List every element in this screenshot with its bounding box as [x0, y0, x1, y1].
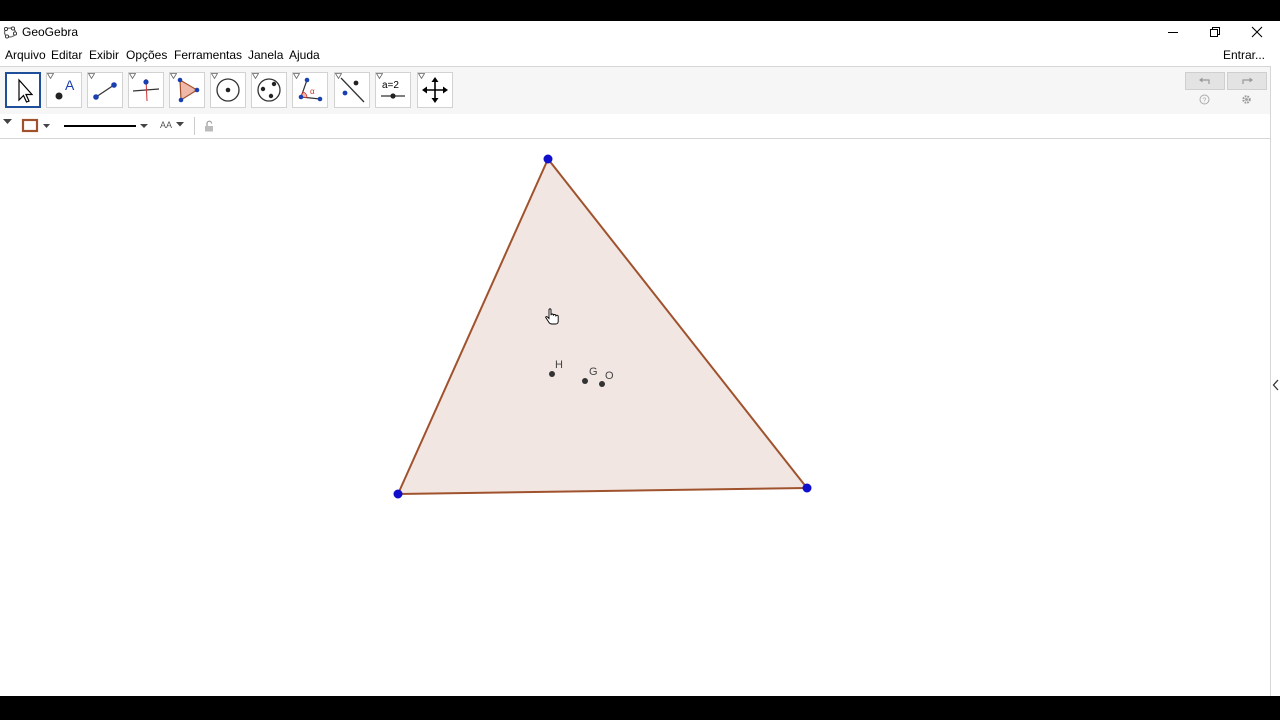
dropdown-triangle-icon	[211, 73, 218, 79]
dropdown-triangle-icon	[418, 73, 425, 79]
menu-ferramentas[interactable]: Ferramentas	[174, 48, 242, 62]
line-style-button[interactable]	[60, 117, 154, 135]
menu-bar: Arquivo Editar Exibir Opções Ferramentas…	[0, 43, 1280, 65]
help-icon[interactable]: ?	[1199, 94, 1210, 105]
font-size-button[interactable]: AA	[158, 117, 188, 135]
chevron-down-icon	[176, 122, 184, 127]
close-button[interactable]	[1236, 21, 1278, 43]
circumcenter-label: O	[605, 370, 614, 382]
move-tool-button[interactable]	[5, 72, 41, 108]
panel-divider	[1270, 66, 1271, 696]
chevron-left-icon[interactable]	[1272, 379, 1280, 391]
angle-tool-button[interactable]: α	[292, 72, 328, 108]
slider-tool-button[interactable]: a=2	[375, 72, 411, 108]
menu-ajuda[interactable]: Ajuda	[289, 48, 320, 62]
menu-arquivo[interactable]: Arquivo	[5, 48, 46, 62]
gear-icon[interactable]	[1241, 94, 1252, 105]
restore-icon	[1210, 27, 1220, 37]
centroid-point[interactable]	[582, 378, 588, 384]
geogebra-logo-icon	[3, 26, 17, 39]
orthocenter-point[interactable]	[549, 371, 555, 377]
point-tool-button[interactable]: A	[46, 72, 82, 108]
lock-icon[interactable]	[203, 120, 215, 132]
redo-button[interactable]	[1227, 72, 1267, 90]
move-graphics-tool-button[interactable]	[417, 72, 453, 108]
conic-tool-button[interactable]	[251, 72, 287, 108]
restore-button[interactable]	[1194, 21, 1236, 43]
dropdown-triangle-icon	[47, 73, 54, 79]
polygon-tool-button[interactable]	[169, 72, 205, 108]
dropdown-triangle-icon	[88, 73, 95, 79]
close-icon	[1251, 26, 1263, 38]
minimize-button[interactable]	[1152, 21, 1194, 43]
vertex-point[interactable]	[802, 483, 812, 493]
line-tool-button[interactable]	[87, 72, 123, 108]
circle-tool-button[interactable]	[210, 72, 246, 108]
stylebar-divider	[194, 117, 195, 135]
style-bar: AA	[0, 114, 1270, 139]
login-link[interactable]: Entrar...	[1223, 48, 1265, 62]
perpendicular-tool-button[interactable]	[128, 72, 164, 108]
undo-button[interactable]	[1185, 72, 1225, 90]
dropdown-triangle-icon	[252, 73, 259, 79]
minimize-icon	[1168, 32, 1178, 33]
dropdown-triangle-icon	[293, 73, 300, 79]
vertex-point[interactable]	[393, 489, 403, 499]
line-style-icon	[64, 124, 148, 128]
slider-tool-label: a=2	[382, 80, 399, 91]
vertex-point[interactable]	[543, 154, 553, 164]
color-swatch-icon	[21, 118, 50, 133]
redo-icon	[1242, 77, 1253, 84]
arrow-cursor-icon	[18, 78, 34, 103]
menu-editar[interactable]: Editar	[51, 48, 82, 62]
graphics-view[interactable]: H G O	[0, 139, 1270, 696]
menu-opcoes[interactable]: Opções	[126, 48, 167, 62]
dropdown-triangle-icon	[170, 73, 177, 79]
dropdown-triangle-icon	[335, 73, 342, 79]
triangle-polygon[interactable]	[398, 159, 807, 494]
menu-exibir[interactable]: Exibir	[89, 48, 119, 62]
dropdown-triangle-icon	[376, 73, 383, 79]
title-bar: GeoGebra	[0, 21, 1280, 43]
dropdown-triangle-icon	[129, 73, 136, 79]
centroid-label: G	[589, 366, 598, 378]
color-picker-button[interactable]	[20, 117, 54, 135]
menu-janela[interactable]: Janela	[248, 48, 283, 62]
font-size-label: AA	[160, 120, 173, 130]
point-tool-label: A	[65, 77, 75, 93]
stylebar-toggle-icon[interactable]	[3, 119, 13, 125]
undo-icon	[1199, 77, 1210, 84]
reflect-tool-button[interactable]	[334, 72, 370, 108]
angle-tool-label: α	[310, 87, 315, 96]
orthocenter-label: H	[555, 359, 563, 371]
geometry-canvas[interactable]: H G O	[0, 139, 1270, 696]
svg-text:?: ?	[1202, 97, 1206, 104]
window-title: GeoGebra	[22, 25, 79, 39]
geogebra-window: GeoGebra Arquivo Editar Exibir Opções Fe…	[0, 21, 1280, 696]
toolbar: A α a=2 ?	[0, 66, 1270, 115]
